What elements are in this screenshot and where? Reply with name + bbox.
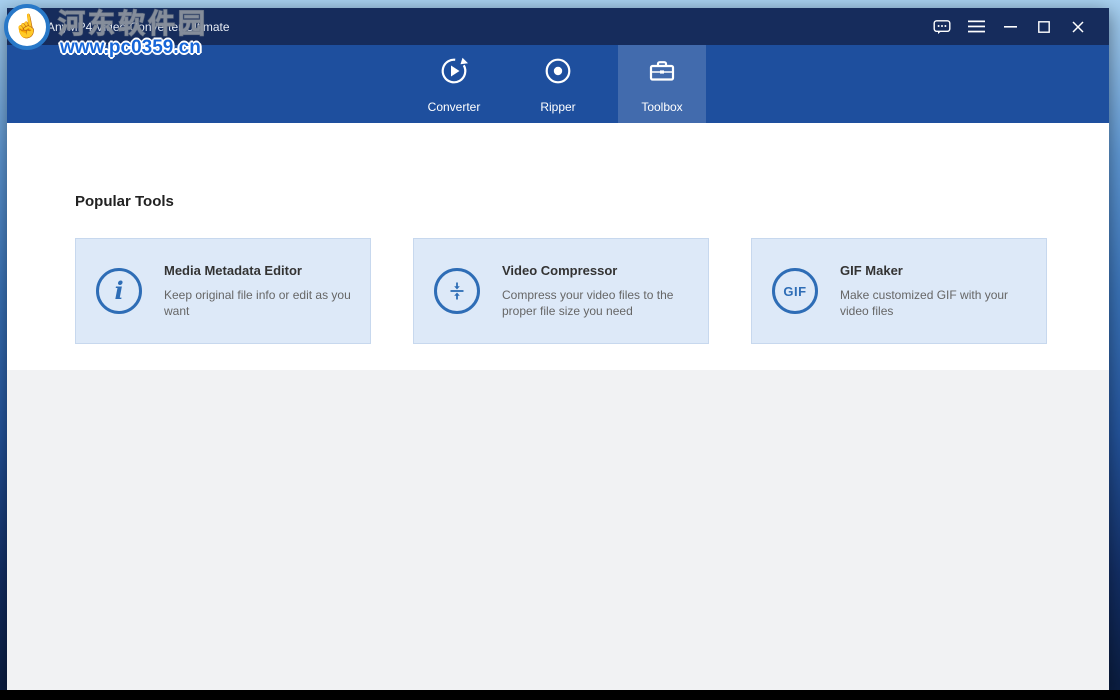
section-title: Popular Tools (75, 193, 1109, 210)
tool-name: GIF Maker (840, 263, 1040, 278)
main-nav: Converter Ripper (7, 45, 1109, 123)
tool-description: Keep original file info or edit as you w… (164, 287, 364, 319)
ripper-icon (541, 54, 575, 93)
tab-ripper[interactable]: Ripper (514, 45, 602, 123)
tab-converter-label: Converter (428, 100, 481, 114)
tool-card-gif-maker[interactable]: GIF GIF Maker Make customized GIF with y… (751, 238, 1047, 344)
popular-tools-section: Popular Tools i Media Metadata Editor Ke… (7, 123, 1109, 370)
tool-description: Compress your video files to the proper … (502, 287, 702, 319)
tool-card-video-compressor[interactable]: Video Compressor Compress your video fil… (413, 238, 709, 344)
tab-toolbox[interactable]: Toolbox (618, 45, 706, 123)
compress-icon (434, 268, 480, 314)
app-logo-icon (19, 17, 39, 37)
tool-card-text: Media Metadata Editor Keep original file… (164, 263, 364, 319)
tool-card-text: GIF Maker Make customized GIF with your … (840, 263, 1040, 319)
menu-icon[interactable] (959, 14, 993, 40)
tool-name: Media Metadata Editor (164, 263, 364, 278)
minimize-button[interactable] (993, 14, 1027, 40)
tool-name: Video Compressor (502, 263, 702, 278)
tool-card-media-metadata-editor[interactable]: i Media Metadata Editor Keep original fi… (75, 238, 371, 344)
tool-cards-row: i Media Metadata Editor Keep original fi… (75, 238, 1109, 344)
tab-toolbox-label: Toolbox (641, 100, 682, 114)
app-window: AnyMP4 Video Converter Ultimate (7, 8, 1109, 690)
tool-description: Make customized GIF with your video file… (840, 287, 1040, 319)
content-area: Popular Tools i Media Metadata Editor Ke… (7, 123, 1109, 690)
info-icon: i (96, 268, 142, 314)
tab-converter[interactable]: Converter (410, 45, 498, 123)
desktop-background: AnyMP4 Video Converter Ultimate (0, 0, 1120, 700)
bottom-black-strip (0, 690, 1120, 700)
maximize-button[interactable] (1027, 14, 1061, 40)
titlebar-left: AnyMP4 Video Converter Ultimate (19, 17, 230, 37)
tab-ripper-label: Ripper (540, 100, 575, 114)
titlebar: AnyMP4 Video Converter Ultimate (7, 8, 1109, 45)
gif-icon: GIF (772, 268, 818, 314)
toolbox-icon (645, 54, 679, 93)
titlebar-controls (925, 14, 1095, 40)
converter-icon (437, 54, 471, 93)
app-title: AnyMP4 Video Converter Ultimate (47, 20, 230, 34)
feedback-icon[interactable] (925, 14, 959, 40)
close-button[interactable] (1061, 14, 1095, 40)
tool-card-text: Video Compressor Compress your video fil… (502, 263, 702, 319)
